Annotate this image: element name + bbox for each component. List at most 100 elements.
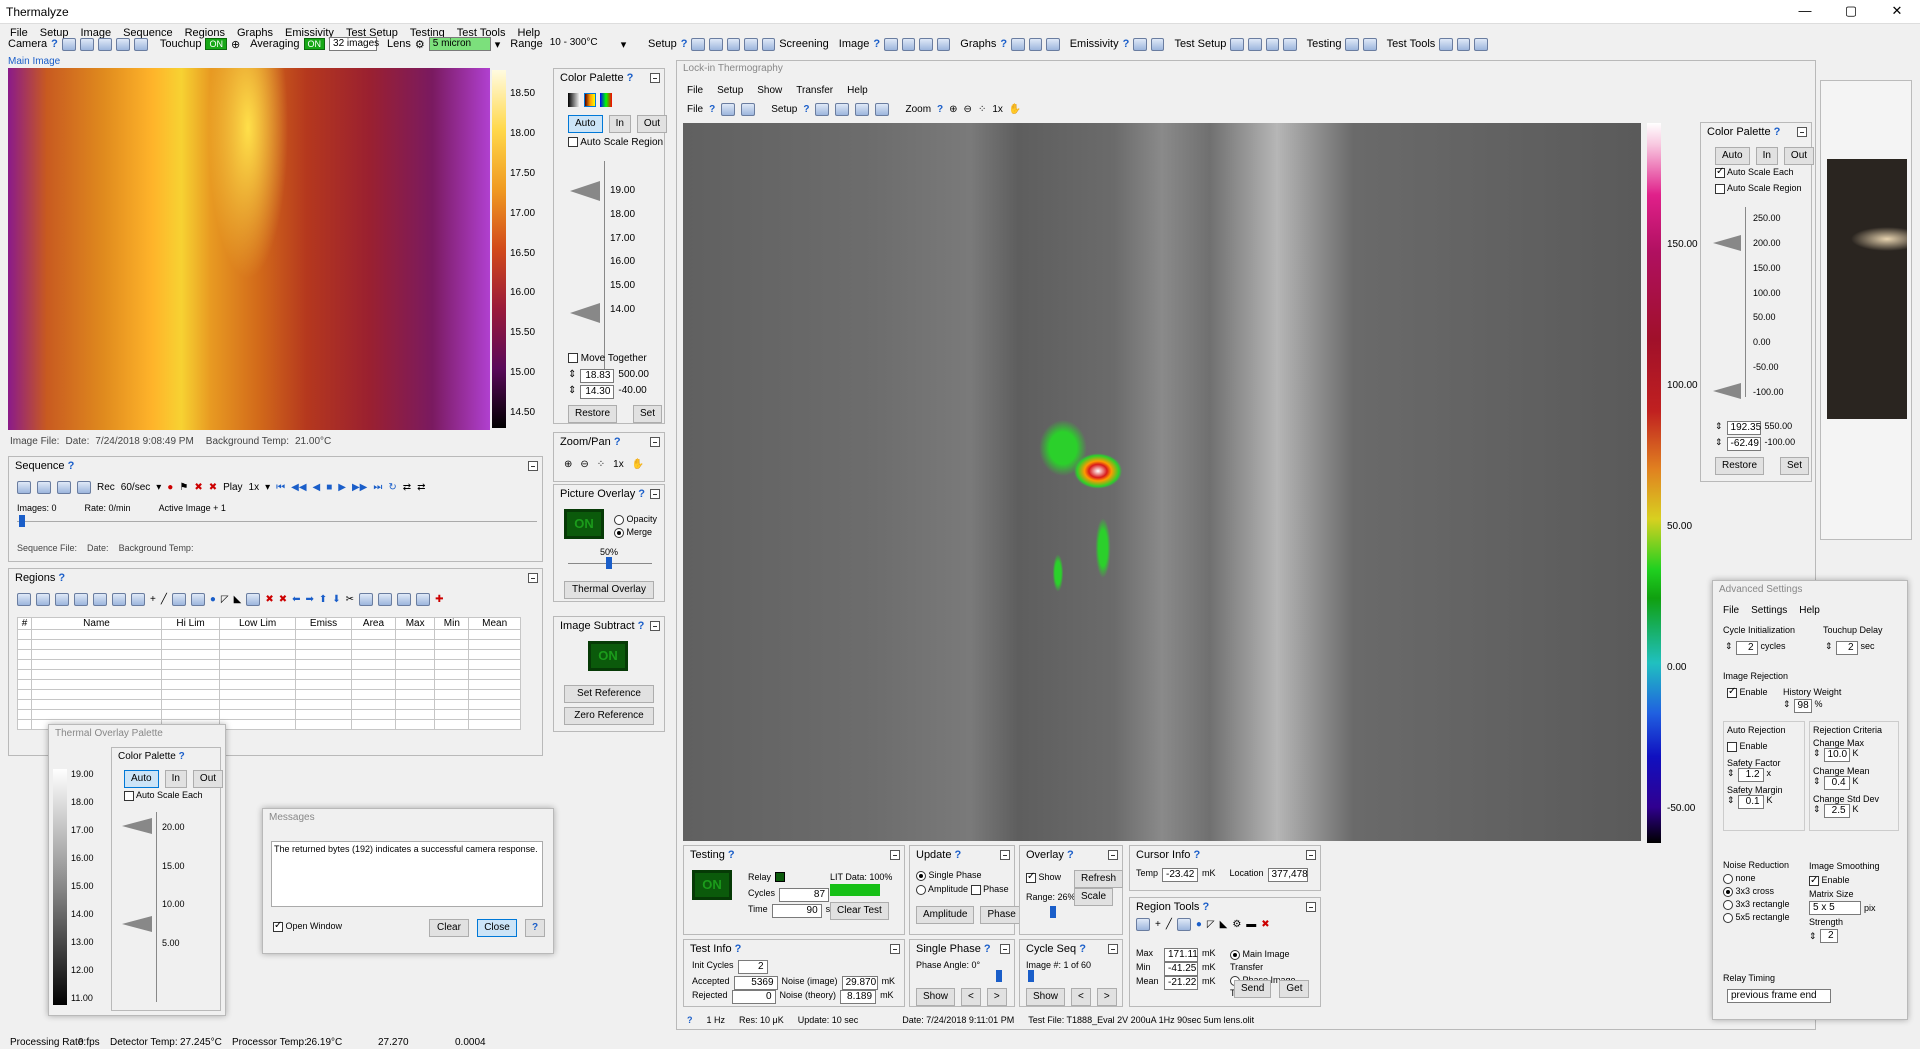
sequence-slider-handle[interactable] <box>19 515 25 527</box>
move-together-checkbox[interactable] <box>568 353 578 364</box>
max-field[interactable]: 18.83 <box>580 369 615 383</box>
tool-icon[interactable] <box>1439 37 1453 51</box>
open-window-checkbox[interactable] <box>273 920 283 932</box>
auto-button[interactable]: Auto <box>568 115 603 133</box>
target-icon[interactable]: ⊕ <box>231 38 240 51</box>
smoothing-enable-checkbox[interactable] <box>1809 874 1819 888</box>
minimize-icon[interactable] <box>1306 902 1316 912</box>
testing-on-toggle[interactable]: ON <box>692 870 732 900</box>
get-button[interactable]: Get <box>1279 980 1310 998</box>
crosshair-icon[interactable] <box>115 37 130 51</box>
set-button[interactable]: Set <box>633 405 663 423</box>
min-slider-handle[interactable] <box>122 916 152 932</box>
help-icon[interactable]: ? <box>681 38 688 50</box>
folder-icon[interactable] <box>721 103 736 116</box>
save-icon[interactable] <box>744 37 758 51</box>
phase-slider-handle[interactable] <box>996 970 1002 982</box>
minimize-icon[interactable] <box>650 73 660 83</box>
thermal-overlay-button[interactable]: Thermal Overlay <box>564 581 654 599</box>
minimize-icon[interactable] <box>1000 944 1010 954</box>
rectangle-icon[interactable] <box>1176 918 1191 931</box>
line-icon[interactable]: ▬ <box>1246 919 1256 930</box>
adv-menu-file[interactable]: File <box>1723 605 1739 616</box>
chip-icon[interactable] <box>1247 37 1262 51</box>
tool-icon[interactable] <box>1474 37 1488 51</box>
settings-icon[interactable]: ⚙ <box>1232 919 1241 930</box>
camera-icon[interactable] <box>61 37 76 51</box>
messages-textarea[interactable]: The returned bytes (192) indicates a suc… <box>271 841 543 907</box>
grid-icon[interactable] <box>761 37 776 51</box>
tb-graphs[interactable]: Graphs <box>960 38 996 50</box>
help-icon[interactable]: ? <box>1000 38 1007 50</box>
freehand-icon[interactable]: ◣ <box>1220 919 1228 930</box>
arrow-up-icon[interactable]: ⬆ <box>319 594 327 605</box>
minimize-button[interactable]: — <box>1782 0 1828 24</box>
range-select[interactable]: 10 - 300°C <box>547 37 617 51</box>
auto-button[interactable]: Auto <box>1715 147 1750 165</box>
last-icon[interactable]: ⏭ <box>373 482 382 493</box>
adv-menu-help[interactable]: Help <box>1799 605 1820 616</box>
in-button[interactable]: In <box>608 115 631 133</box>
help-icon[interactable]: ? <box>68 460 75 472</box>
chip-icon[interactable] <box>1230 37 1244 51</box>
settings-icon[interactable] <box>246 593 261 606</box>
rect5-radio[interactable] <box>1723 912 1733 923</box>
help-icon[interactable]: ? <box>638 620 645 632</box>
minimize-icon[interactable] <box>650 489 660 499</box>
chevron-down-icon[interactable]: ▾ <box>495 38 501 51</box>
lockin-menu-setup[interactable]: Setup <box>717 85 743 96</box>
rectangle-icon[interactable] <box>190 593 205 606</box>
range-slider-handle[interactable] <box>1050 906 1056 918</box>
help-icon[interactable]: ? <box>1123 38 1130 50</box>
arrow-down-icon[interactable]: ⬇ <box>332 594 340 605</box>
save-icon[interactable] <box>741 103 756 116</box>
chevron-down-icon[interactable]: ▾ <box>265 482 270 493</box>
chevron-down-icon[interactable]: ▾ <box>621 38 627 51</box>
prev-button[interactable]: < <box>1071 988 1091 1006</box>
in-button[interactable]: In <box>164 770 187 788</box>
maximize-button[interactable]: ▢ <box>1828 0 1874 24</box>
help-icon[interactable]: ? <box>638 488 645 500</box>
max-slider-handle[interactable] <box>1713 235 1741 251</box>
overlay-on-toggle[interactable]: ON <box>564 509 604 539</box>
tb-emissivity[interactable]: Emissivity <box>1070 38 1119 50</box>
lockin-menu-help[interactable]: Help <box>847 85 868 96</box>
auto-scale-each-checkbox[interactable] <box>124 790 134 801</box>
monitor-icon[interactable] <box>1150 37 1165 51</box>
back-icon[interactable]: ◀ <box>313 482 321 493</box>
tb-image[interactable]: Image <box>839 38 870 50</box>
help-button[interactable]: ? <box>525 919 546 937</box>
close-button[interactable]: Close <box>477 919 517 937</box>
clear-button[interactable]: Clear <box>429 919 469 937</box>
chart-icon[interactable] <box>1028 37 1043 51</box>
list-icon[interactable] <box>77 481 91 494</box>
tb-test-setup[interactable]: Test Setup <box>1174 38 1226 50</box>
save-icon[interactable] <box>57 481 71 494</box>
delete-all-icon[interactable]: ✖ <box>209 482 217 493</box>
history-weight-field[interactable]: 98 <box>1793 699 1812 713</box>
line-icon[interactable]: ╱ <box>1166 919 1172 930</box>
cycle-slider-handle[interactable] <box>1028 970 1034 982</box>
relay-timing-select[interactable]: previous frame end <box>1727 989 1831 1003</box>
folder-icon[interactable] <box>17 481 31 494</box>
list-icon[interactable] <box>397 593 412 606</box>
strength-field[interactable]: 2 <box>1819 929 1838 943</box>
circle-icon[interactable]: ● <box>1196 919 1202 930</box>
show-button[interactable]: Show <box>1026 988 1066 1006</box>
minimize-icon[interactable] <box>890 944 900 954</box>
paste-icon[interactable] <box>378 593 393 606</box>
copy-icon[interactable] <box>359 593 374 606</box>
minimize-icon[interactable] <box>528 573 538 583</box>
minimize-icon[interactable] <box>650 621 660 631</box>
monitor-icon[interactable] <box>1133 37 1147 51</box>
stop-icon[interactable]: ■ <box>326 482 332 493</box>
line-icon[interactable]: ╱ <box>161 594 167 605</box>
opacity-radio[interactable] <box>614 514 624 525</box>
out-button[interactable]: Out <box>636 115 668 133</box>
circle-icon[interactable]: ● <box>210 594 216 605</box>
delete-all-icon[interactable]: ✖ <box>279 594 287 605</box>
settings-icon[interactable] <box>55 593 69 606</box>
chart-icon[interactable] <box>1456 37 1471 51</box>
rejection-enable-checkbox[interactable] <box>1727 686 1737 698</box>
sequence-slider[interactable] <box>17 521 537 522</box>
